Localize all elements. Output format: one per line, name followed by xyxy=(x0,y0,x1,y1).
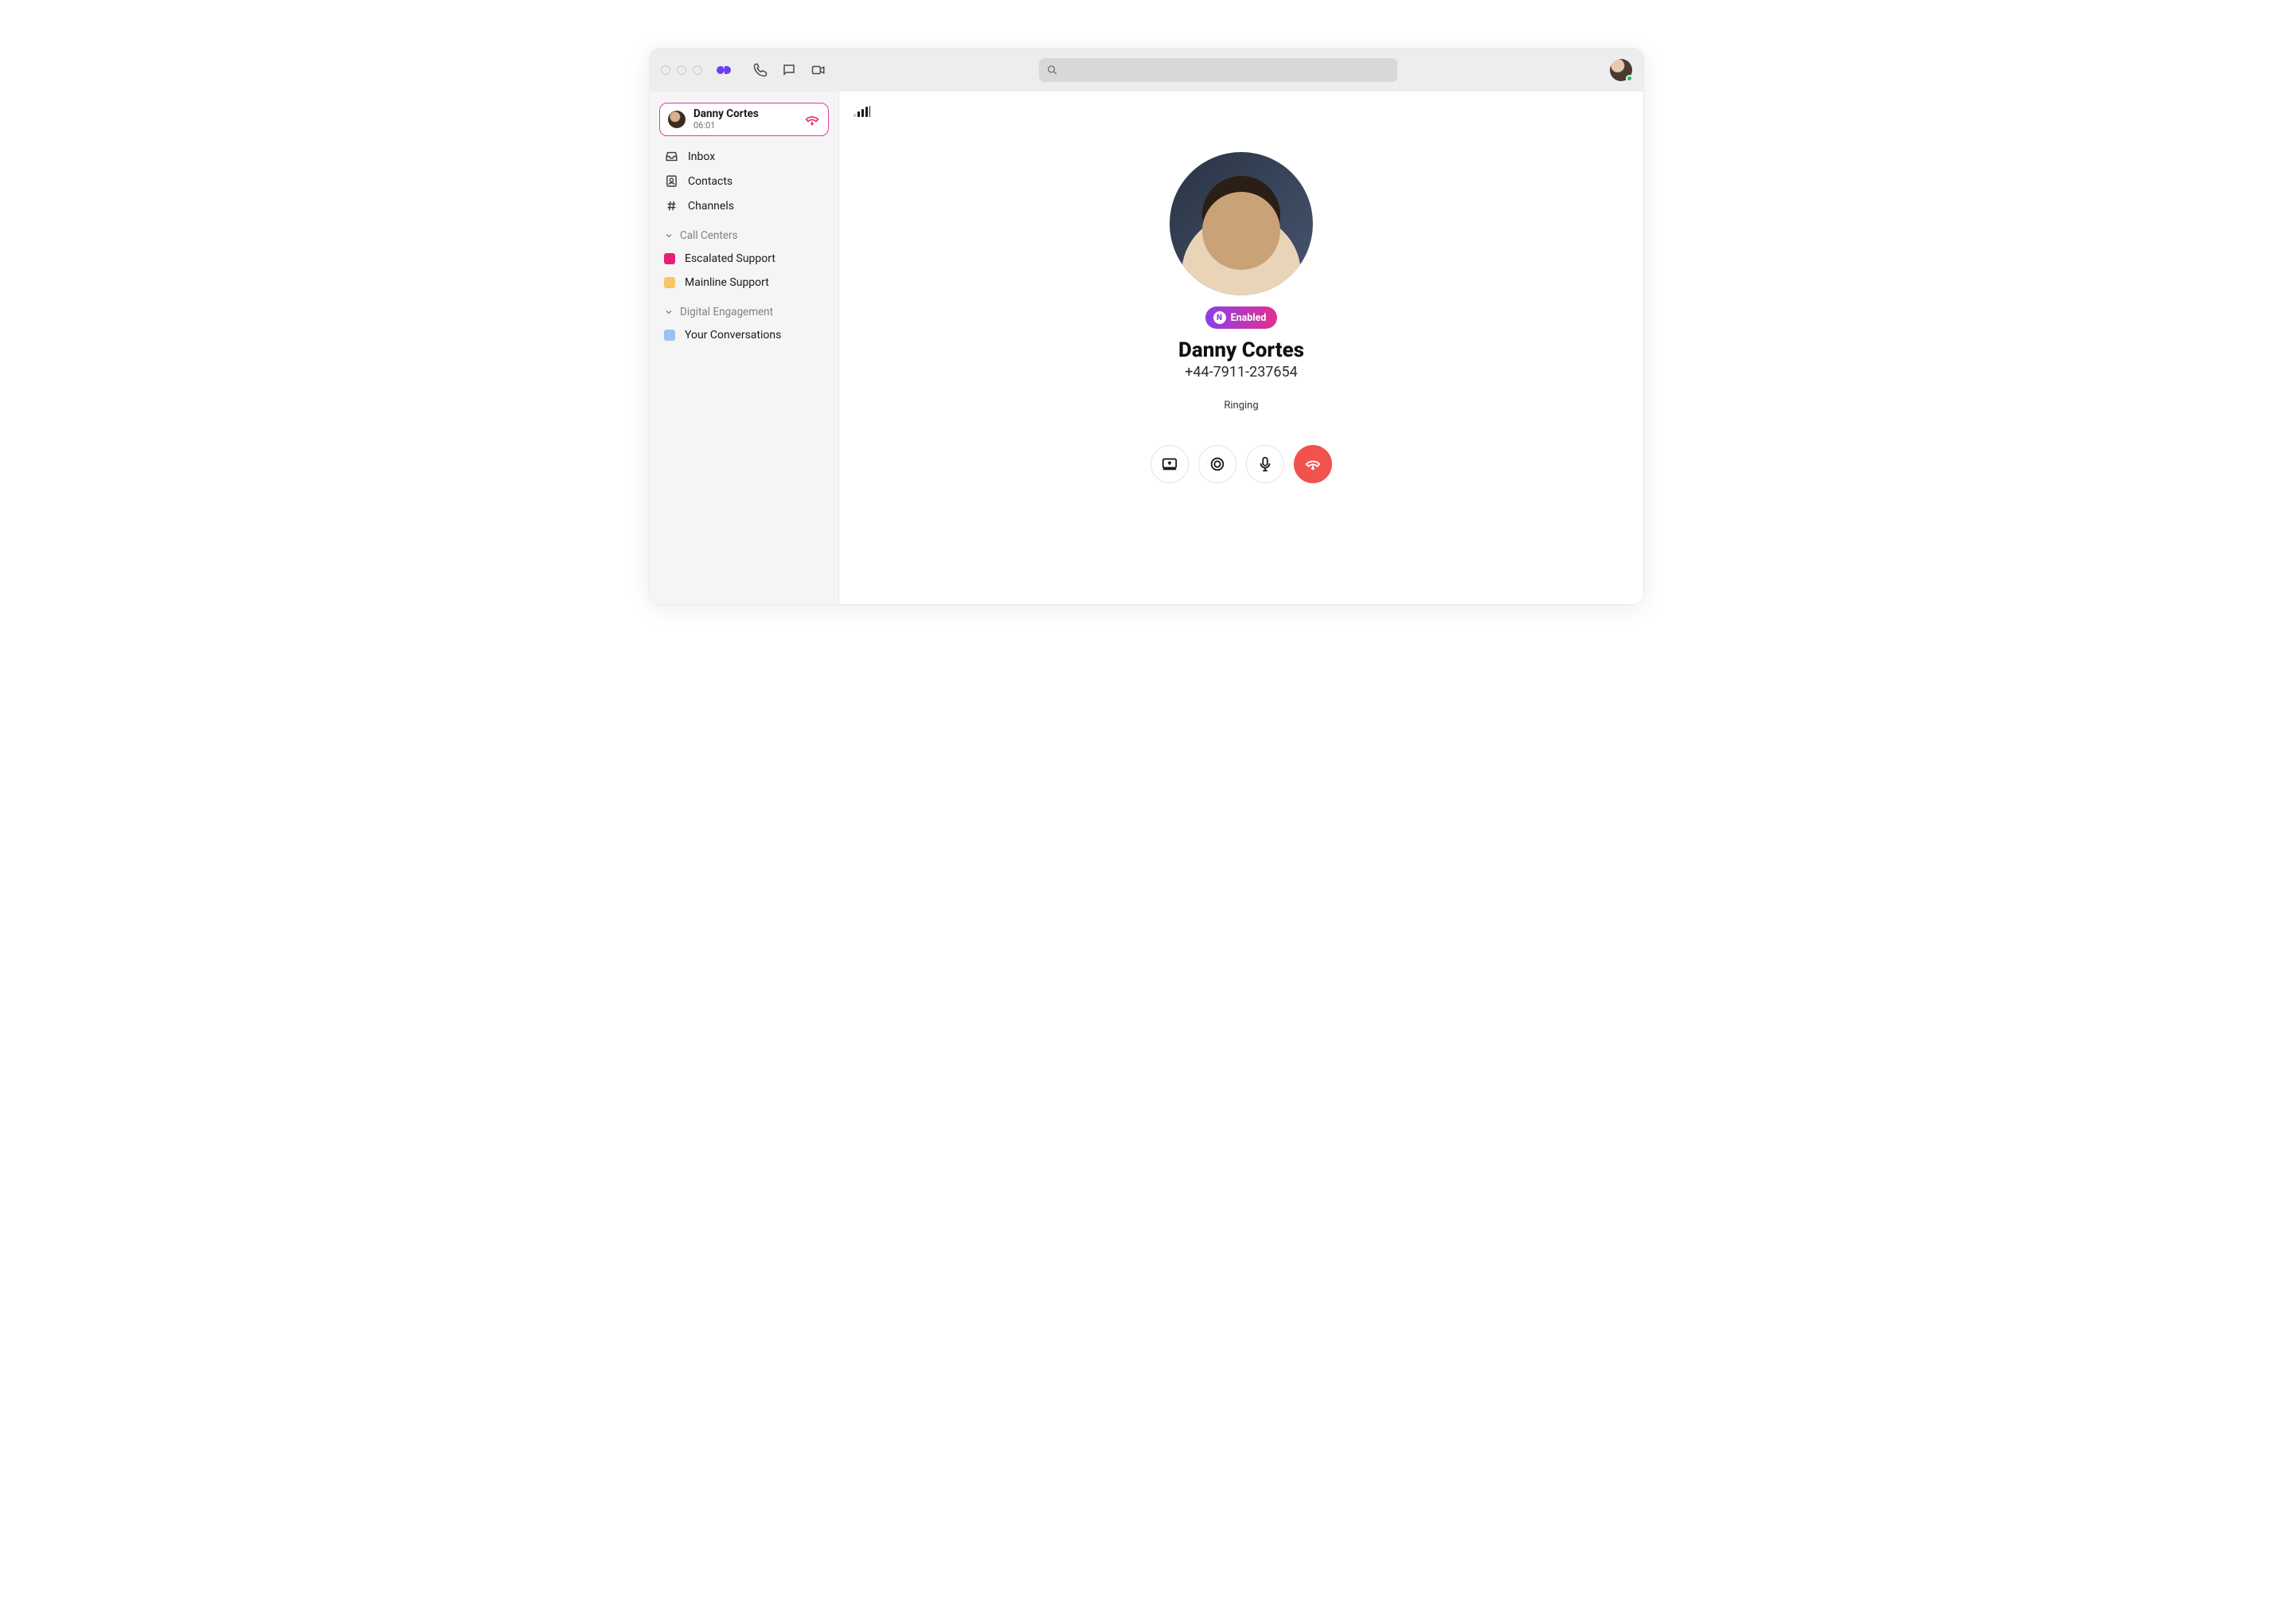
video-icon[interactable] xyxy=(811,63,826,77)
record-button[interactable] xyxy=(1198,445,1236,483)
app-window: Danny Cortes 06:01 Inbox Contacts xyxy=(649,48,1644,605)
inbox-icon xyxy=(664,150,678,163)
list-item-label: Escalated Support xyxy=(685,252,775,265)
list-item-label: Your Conversations xyxy=(685,329,781,342)
section-call-centers[interactable]: Call Centers xyxy=(650,218,838,247)
caller-mini-avatar xyxy=(668,111,686,128)
color-swatch xyxy=(664,330,675,341)
profile-avatar[interactable] xyxy=(1610,59,1632,81)
digital-engagement-your-conversations[interactable]: Your Conversations xyxy=(650,323,838,347)
section-title: Digital Engagement xyxy=(680,306,773,318)
incoming-call-panel: N Enabled Danny Cortes +44-7911-237654 R… xyxy=(1150,152,1332,483)
screen-share-button[interactable] xyxy=(1150,445,1189,483)
active-call-card[interactable]: Danny Cortes 06:01 xyxy=(659,103,829,136)
active-call-name: Danny Cortes xyxy=(693,108,796,121)
close-window-dot[interactable] xyxy=(661,65,670,75)
search-input[interactable] xyxy=(1062,64,1389,76)
signal-strength-icon xyxy=(854,106,870,117)
maximize-window-dot[interactable] xyxy=(693,65,702,75)
titlebar xyxy=(650,49,1643,92)
hangup-icon[interactable] xyxy=(804,111,820,127)
record-icon xyxy=(1209,455,1226,473)
presence-indicator xyxy=(1626,75,1633,82)
minimize-window-dot[interactable] xyxy=(677,65,686,75)
sidebar-item-label: Channels xyxy=(688,200,734,213)
color-swatch xyxy=(664,253,675,264)
chevron-down-icon xyxy=(664,307,674,317)
screen-share-icon xyxy=(1161,455,1178,473)
section-digital-engagement[interactable]: Digital Engagement xyxy=(650,295,838,323)
sidebar-item-channels[interactable]: Channels xyxy=(650,193,838,218)
call-center-escalated-support[interactable]: Escalated Support xyxy=(650,247,838,271)
call-controls xyxy=(1150,445,1332,483)
ai-badge-icon: N xyxy=(1213,311,1226,324)
sidebar: Danny Cortes 06:01 Inbox Contacts xyxy=(650,92,839,604)
contacts-icon xyxy=(664,174,678,188)
sidebar-item-contacts[interactable]: Contacts xyxy=(650,169,838,193)
section-title: Call Centers xyxy=(680,229,738,242)
phone-icon[interactable] xyxy=(753,63,768,77)
list-item-label: Mainline Support xyxy=(685,276,769,289)
caller-phone: +44-7911-237654 xyxy=(1185,364,1298,381)
chevron-down-icon xyxy=(664,231,674,240)
sidebar-item-label: Contacts xyxy=(688,175,732,188)
caller-avatar xyxy=(1170,152,1313,295)
color-swatch xyxy=(664,277,675,288)
call-status: Ringing xyxy=(1224,400,1258,412)
sidebar-item-label: Inbox xyxy=(688,150,715,163)
logo-icon xyxy=(717,64,732,76)
end-call-button[interactable] xyxy=(1294,445,1332,483)
titlebar-actions xyxy=(753,63,826,77)
end-call-icon xyxy=(1304,455,1322,473)
microphone-icon xyxy=(1256,455,1274,473)
window-controls xyxy=(661,65,702,75)
search-box[interactable] xyxy=(1039,58,1397,82)
enabled-label: Enabled xyxy=(1231,312,1267,324)
hash-icon xyxy=(664,199,678,213)
mute-button[interactable] xyxy=(1246,445,1284,483)
caller-name: Danny Cortes xyxy=(1178,338,1304,362)
search-icon xyxy=(1047,64,1057,76)
chat-icon[interactable] xyxy=(782,63,796,77)
active-call-duration: 06:01 xyxy=(693,121,796,131)
ai-enabled-badge: N Enabled xyxy=(1205,306,1278,329)
call-center-mainline-support[interactable]: Mainline Support xyxy=(650,271,838,295)
sidebar-item-inbox[interactable]: Inbox xyxy=(650,144,838,169)
brand-logo xyxy=(717,64,732,76)
main-panel: N Enabled Danny Cortes +44-7911-237654 R… xyxy=(839,92,1643,604)
